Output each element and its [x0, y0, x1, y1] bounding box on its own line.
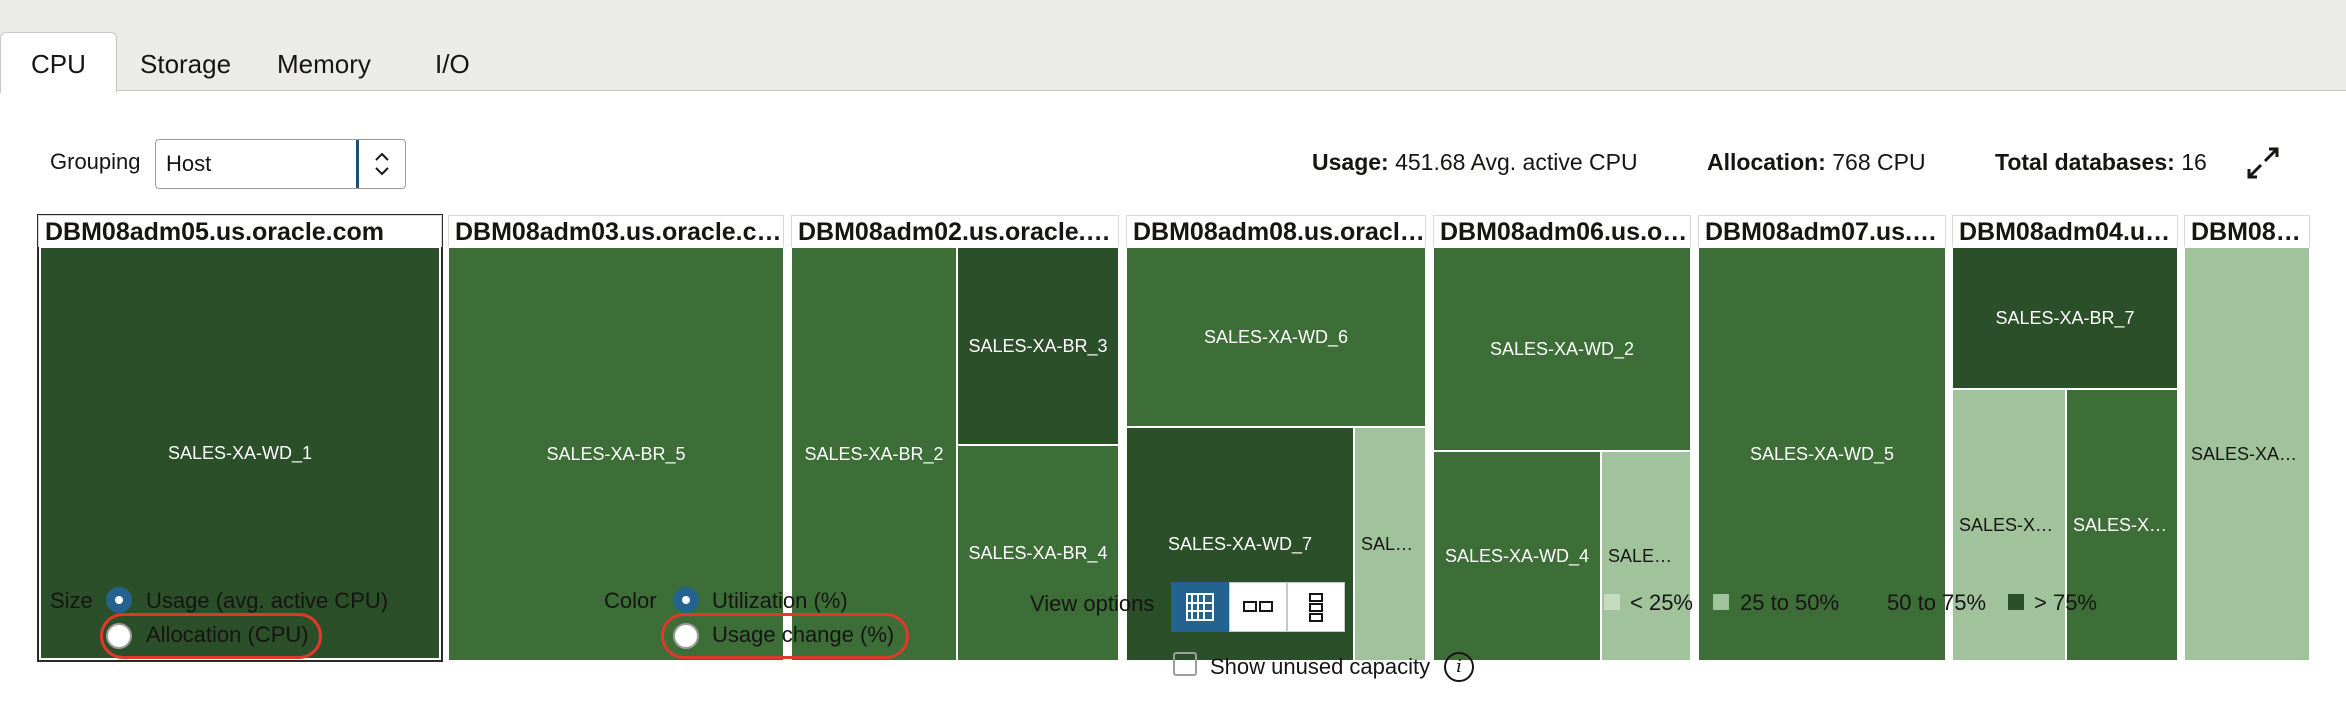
total-databases-value: 16	[2181, 149, 2207, 175]
grouping-select[interactable]: Host	[155, 139, 406, 189]
color-label: Color	[604, 588, 657, 613]
legend-label: 25 to 50%	[1740, 590, 1840, 615]
legend-swatch	[1713, 594, 1729, 610]
host-title: DBM08adm03.us.oracle.com	[448, 215, 784, 247]
size-usage-radio[interactable]	[106, 587, 132, 613]
usage-value: 451.68 Avg. active CPU	[1395, 149, 1638, 175]
allocation-value: 768 CPU	[1832, 149, 1926, 175]
treemap-view-button[interactable]	[1171, 582, 1229, 632]
host-title: DBM08adm07.us.oracle.com	[1698, 215, 1946, 247]
compact-view-icon	[1243, 601, 1273, 612]
list-view-button[interactable]	[1287, 582, 1345, 632]
select-chevron-icon[interactable]	[356, 140, 405, 188]
database-cell[interactable]: SALES-XA-WD_4	[1433, 451, 1601, 661]
list-view-icon	[1309, 593, 1323, 622]
host-title: DBM08adm04.us.oracle.com	[1952, 215, 2178, 247]
tab-storage[interactable]: Storage	[140, 30, 231, 92]
tab-io[interactable]: I/O	[435, 30, 470, 92]
grouping-label: Grouping	[50, 149, 141, 174]
database-cell[interactable]: SALES-XA-BR_4	[957, 445, 1119, 661]
host-group[interactable]: DBM08adm01.us.oracle.com SALES-XA-BR_1	[2184, 215, 2310, 661]
database-cell[interactable]: SALES-XA-WD_3	[1601, 451, 1691, 661]
legend-swatch	[2008, 594, 2024, 610]
show-unused-capacity-checkbox[interactable]	[1173, 652, 1197, 676]
color-usage-change-label[interactable]: Usage change (%)	[712, 622, 894, 648]
database-cell[interactable]: SALES-XA-BR_1	[2184, 247, 2310, 661]
legend-label: 50 to 75%	[1887, 590, 1987, 615]
color-utilization-radio[interactable]	[673, 587, 699, 613]
show-unused-capacity-label[interactable]: Show unused capacity	[1210, 654, 1430, 680]
cpu-panel: Grouping Host Usage: 451.68 Avg. active …	[0, 90, 2346, 707]
color-utilization-label[interactable]: Utilization (%)	[712, 588, 848, 614]
info-icon[interactable]: i	[1444, 652, 1474, 682]
size-allocation-label[interactable]: Allocation (CPU)	[146, 622, 309, 648]
allocation-metric: Allocation: 768 CPU	[1707, 149, 1926, 176]
treemap-view-icon	[1186, 593, 1214, 621]
database-cell[interactable]: SALES-XA-BR_7	[1952, 247, 2178, 389]
database-cell[interactable]: SALES-XA-BR_8	[2066, 389, 2178, 661]
legend-swatch	[1604, 594, 1620, 610]
expand-icon[interactable]	[2245, 145, 2281, 181]
usage-metric: Usage: 451.68 Avg. active CPU	[1312, 149, 1638, 176]
host-title: DBM08adm05.us.oracle.com	[38, 215, 442, 247]
grouping-value: Host	[166, 151, 212, 176]
size-usage-label[interactable]: Usage (avg. active CPU)	[146, 588, 388, 614]
total-databases-label: Total databases:	[1995, 149, 2175, 175]
host-title: DBM08adm06.us.oracle.com	[1433, 215, 1691, 247]
allocation-label: Allocation:	[1707, 149, 1826, 175]
color-usage-change-radio[interactable]	[673, 623, 699, 649]
tab-memory[interactable]: Memory	[277, 30, 371, 92]
database-cell[interactable]: SALES-XA-BR_3	[957, 247, 1119, 445]
legend-label: < 25%	[1630, 590, 1693, 615]
database-cell[interactable]: SALES-XA-BR_6	[1952, 389, 2066, 661]
database-cell[interactable]: SALES-XA-WD_8	[1354, 427, 1426, 661]
size-label: Size	[50, 588, 93, 613]
tab-cpu[interactable]: CPU	[0, 32, 117, 93]
database-cell[interactable]: SALES-XA-WD_6	[1126, 247, 1426, 427]
host-title: DBM08adm08.us.oracle.com	[1126, 215, 1426, 247]
view-options-label: View options	[1030, 591, 1155, 616]
usage-label: Usage:	[1312, 149, 1389, 175]
compact-view-button[interactable]	[1229, 582, 1287, 632]
host-title: DBM08adm01.us.oracle.com	[2184, 215, 2310, 247]
host-title: DBM08adm02.us.oracle.com	[791, 215, 1119, 247]
legend-label: > 75%	[2034, 590, 2097, 615]
size-allocation-radio[interactable]	[106, 623, 132, 649]
total-databases-metric: Total databases: 16	[1995, 149, 2207, 176]
legend-swatch	[1860, 594, 1876, 610]
database-cell[interactable]: SALES-XA-WD_2	[1433, 247, 1691, 451]
